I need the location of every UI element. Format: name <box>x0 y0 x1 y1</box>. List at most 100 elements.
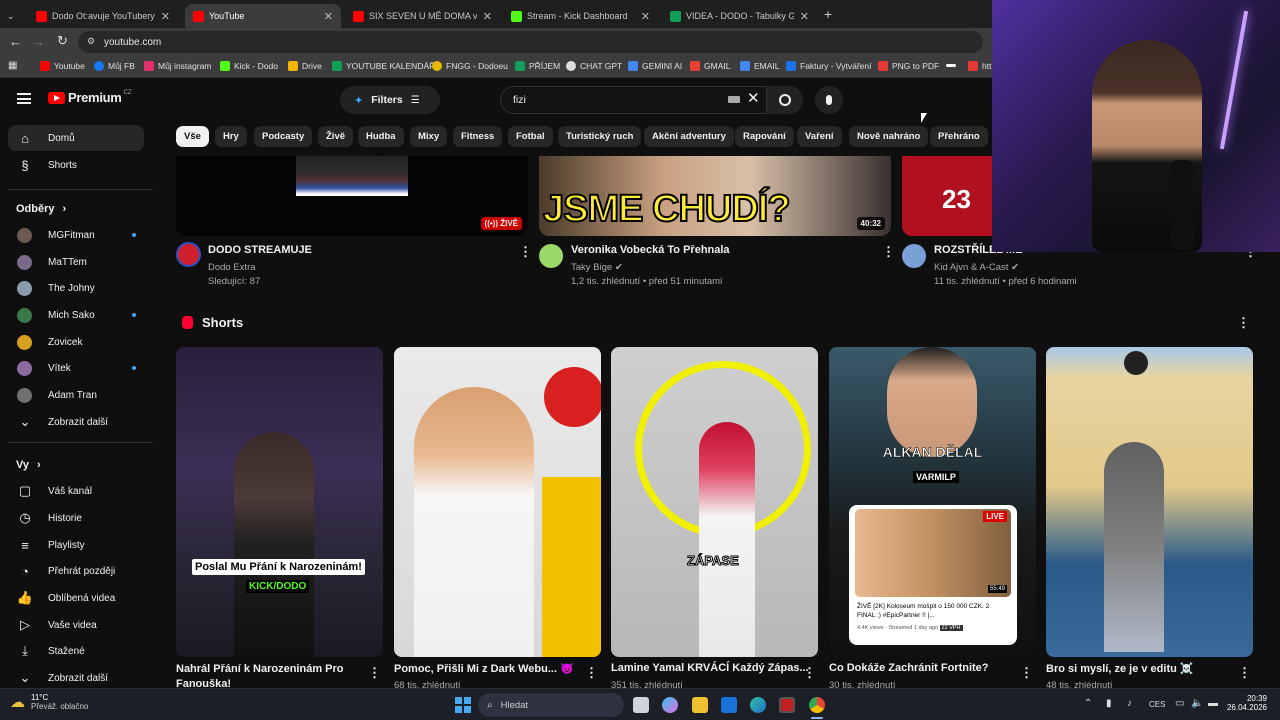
video-thumbnail[interactable]: 23 <box>902 156 992 236</box>
chip-watched[interactable]: Přehráno <box>930 126 988 147</box>
more-options-icon[interactable]: ⋮ <box>1237 315 1250 331</box>
sidebar-item-adam-tran[interactable]: Adam Tran <box>8 382 144 408</box>
more-options-icon[interactable]: ⋮ <box>519 244 532 260</box>
taskbar-search[interactable]: ⌕ Hledat <box>478 693 624 717</box>
bookmark-instagram[interactable]: Můj instagram <box>144 61 211 71</box>
short-title[interactable]: Bro si myslí, ze je v editu ☠️ <box>1046 662 1194 675</box>
weather-widget[interactable]: ☁ 11°C Převáž. oblačno <box>10 693 88 711</box>
bookmark-chatgpt[interactable]: CHAT GPT <box>566 61 622 71</box>
reload-icon[interactable]: ↻ <box>57 33 68 49</box>
start-button[interactable] <box>455 697 471 713</box>
back-icon[interactable]: ← <box>9 34 22 49</box>
chip-music[interactable]: Hudba <box>358 126 404 147</box>
tab-1[interactable]: Dodo Ot:avuje YouTubery - Yo✕ <box>28 4 178 28</box>
more-options-icon[interactable]: ⋮ <box>368 665 381 681</box>
chip-games[interactable]: Hry <box>215 126 247 147</box>
tab-list-button[interactable]: ⌄ <box>2 4 24 28</box>
tray-microphone-icon[interactable]: ▮ <box>1106 698 1112 709</box>
close-tab-icon[interactable]: ✕ <box>324 10 333 23</box>
channel-avatar[interactable] <box>902 244 926 268</box>
network-icon[interactable]: ▭ <box>1175 698 1184 709</box>
video-thumbnail[interactable]: JSME CHUDÍ? 40:32 <box>539 156 891 236</box>
chip-fitness[interactable]: Fitness <box>453 126 503 147</box>
bookmark-gmail[interactable]: GMAIL <box>690 61 730 71</box>
chip-rap[interactable]: Rapování <box>735 126 794 147</box>
keyboard-icon[interactable] <box>728 96 740 103</box>
video-title[interactable]: Veronika Vobecká To Přehnala <box>571 244 730 256</box>
chip-mixes[interactable]: Mixy <box>410 126 448 147</box>
sidebar-item-the-johny[interactable]: The Johny <box>8 275 144 301</box>
outlook-icon[interactable] <box>721 697 737 713</box>
tab-3[interactable]: SIX SEVEN U MĚ DOMA v realn✕ <box>345 4 500 28</box>
chrome-icon[interactable] <box>809 697 825 713</box>
you-header[interactable]: Vy › <box>16 459 41 471</box>
sidebar-item-your-videos[interactable]: ▷ Vaše videa <box>8 612 144 638</box>
subscriptions-header[interactable]: Odběry › <box>16 203 66 215</box>
bookmark-drive[interactable]: Drive <box>288 61 322 71</box>
sidebar-item-shorts[interactable]: § Shorts <box>8 152 144 178</box>
channel-name[interactable]: Dodo Extra <box>208 262 256 273</box>
bookmark-email[interactable]: EMAIL <box>740 61 780 71</box>
chip-cooking[interactable]: Vaření <box>797 126 842 147</box>
bookmark-prijem[interactable]: PŘÍJEM <box>515 61 560 71</box>
short-title[interactable]: Pomoc, Přišli Mi z Dark Webu... 😈 <box>394 662 574 675</box>
chip-live[interactable]: Živě <box>318 126 354 147</box>
clear-search-icon[interactable]: ✕ <box>747 89 760 107</box>
tray-mic-icon[interactable]: ♪ <box>1127 698 1132 709</box>
sidebar-item-mgfitman[interactable]: MGFitman <box>8 222 144 248</box>
close-tab-icon[interactable]: ✕ <box>800 10 809 23</box>
channel-avatar[interactable] <box>176 242 201 267</box>
search-button[interactable] <box>767 86 803 114</box>
short-title[interactable]: Nahrál Přání k Narozeninám Pro Fanouška! <box>176 662 356 688</box>
more-options-icon[interactable]: ⋮ <box>1238 665 1251 681</box>
short-thumbnail[interactable] <box>394 347 601 657</box>
volume-icon[interactable]: 🔈 <box>1191 698 1203 709</box>
apps-icon[interactable]: ▦ <box>8 60 17 71</box>
forward-icon[interactable]: → <box>32 34 45 49</box>
tab-2[interactable]: YouTube ✕ <box>185 4 341 28</box>
tab-4[interactable]: Stream - Kick Dashboard ✕ <box>503 4 658 28</box>
battery-icon[interactable]: ▬ <box>1208 698 1218 709</box>
bookmark-png-to-pdf[interactable]: PNG to PDF <box>878 61 939 71</box>
bookmark-faktury[interactable]: Faktury - Vytváření <box>786 61 871 71</box>
sidebar-item-zovicek[interactable]: Zovicek <box>8 329 144 355</box>
sidebar-item-vitek[interactable]: Vítek <box>8 355 144 381</box>
chip-tourism[interactable]: Turistický ruch <box>558 126 642 147</box>
voice-search-button[interactable] <box>815 86 843 114</box>
sidebar-item-downloads[interactable]: ⤓ Stažené <box>8 638 144 664</box>
chip-new[interactable]: Nově nahráno <box>849 126 929 147</box>
chip-action-adventure[interactable]: Akční adventury <box>644 126 734 147</box>
close-tab-icon[interactable]: ✕ <box>641 10 650 23</box>
sidebar-item-watch-later[interactable]: ◔ Přehrát později <box>8 558 144 584</box>
more-options-icon[interactable]: ⋮ <box>585 665 598 681</box>
short-thumbnail[interactable]: ZÁPASE <box>611 347 818 657</box>
short-title[interactable]: Co Dokáže Zachránit Fortnite? <box>829 662 989 674</box>
filters-button[interactable]: ✦ Filters ☰ <box>340 86 440 114</box>
short-thumbnail[interactable] <box>1046 347 1253 657</box>
bookmark-yt-calendar[interactable]: YOUTUBE KALENDÁŘ <box>332 61 435 71</box>
tab-5[interactable]: VIDEA - DODO - Tabulky Googl✕ <box>662 4 817 28</box>
edge-icon[interactable] <box>750 697 766 713</box>
bookmark-fngg[interactable]: FNGG - Dodoeu <box>432 61 508 71</box>
task-view-icon[interactable] <box>633 697 649 713</box>
channel-avatar[interactable] <box>539 244 563 268</box>
chip-all[interactable]: Vše <box>176 126 209 147</box>
bookmark-gemini[interactable]: GEMINI AI <box>628 61 682 71</box>
clock[interactable]: 20:39 26.04.2026 <box>1225 694 1267 712</box>
address-bar[interactable]: ⚙ youtube.com <box>78 31 983 53</box>
sidebar-item-history[interactable]: ◷ Historie <box>8 505 144 531</box>
sidebar-item-mich-sako[interactable]: Mich Sako <box>8 302 144 328</box>
bookmark-youtube[interactable]: Youtube <box>40 61 85 71</box>
language-indicator[interactable]: CES <box>1149 700 1165 709</box>
close-tab-icon[interactable]: ✕ <box>483 10 492 23</box>
more-options-icon[interactable]: ⋮ <box>882 244 895 260</box>
short-thumbnail[interactable]: ALKAN DĚLAL VARMILP LIVE 55:49 ŽIVĚ [2K]… <box>829 347 1036 657</box>
new-tab-button[interactable]: + <box>824 6 832 22</box>
sidebar-show-more-you[interactable]: ⌄ Zobrazit další <box>8 665 144 688</box>
channel-name[interactable]: Taky Bige ✔ <box>571 262 623 273</box>
video-title[interactable]: DODO STREAMUJE <box>208 244 312 256</box>
site-info-icon[interactable]: ⚙ <box>87 36 95 47</box>
youtube-logo[interactable]: Premium CZ <box>48 90 132 105</box>
sidebar-show-more[interactable]: ⌄ Zobrazit další <box>8 409 144 435</box>
hamburger-menu-icon[interactable] <box>17 93 31 104</box>
